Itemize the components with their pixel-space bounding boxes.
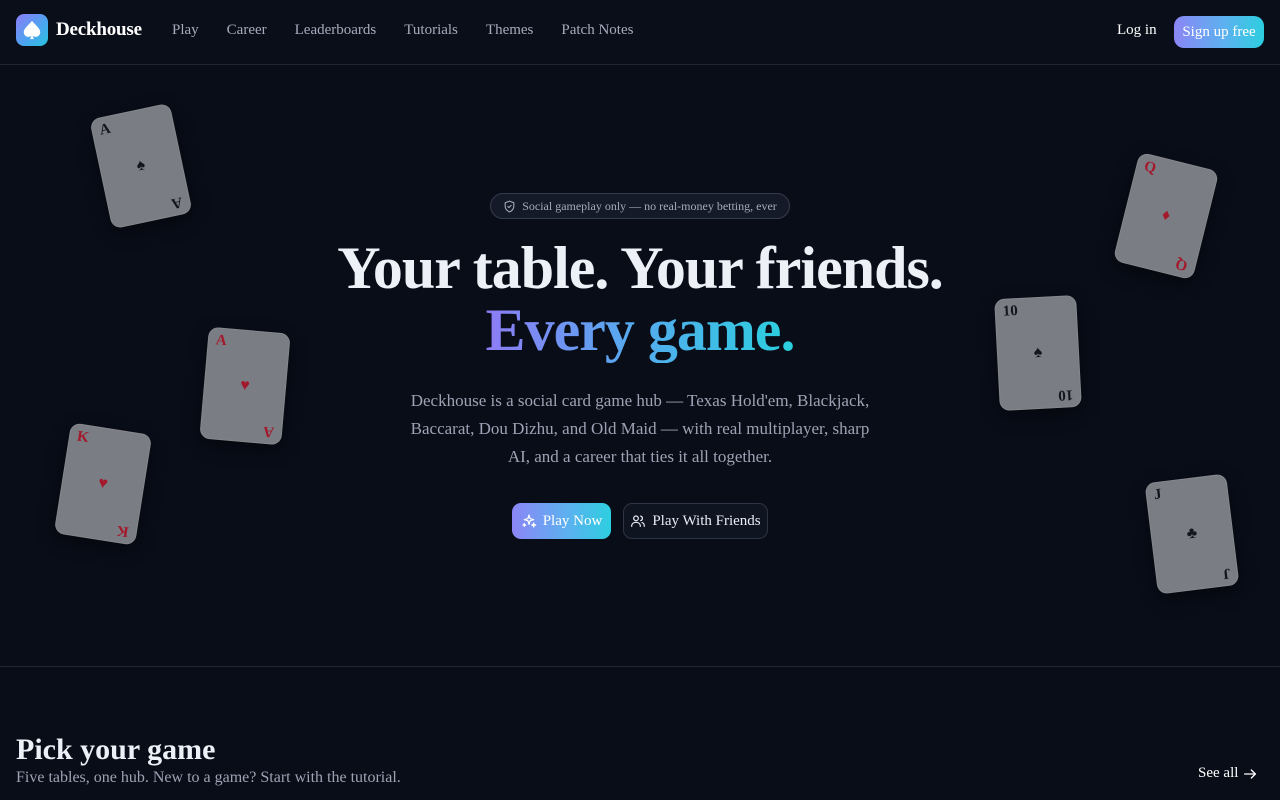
spade-icon (16, 14, 48, 46)
play-with-friends-label: Play With Friends (652, 512, 761, 529)
shield-icon (503, 200, 516, 213)
play-now-button[interactable]: Play Now (512, 503, 611, 539)
hero-description: Deckhouse is a social card game hub — Te… (410, 391, 870, 466)
nav-link-themes[interactable]: Themes (486, 22, 533, 39)
playing-card: A ♠ A (89, 102, 193, 230)
nav-link-leaderboards[interactable]: Leaderboards (295, 22, 377, 39)
hero-headline: Your table. Your friends. (337, 235, 944, 301)
play-with-friends-button[interactable]: Play With Friends (623, 503, 768, 539)
top-nav: Deckhouse Play Career Leaderboards Tutor… (0, 0, 1280, 65)
nav-link-patch-notes[interactable]: Patch Notes (561, 22, 633, 39)
playing-card: J ♣ J (1144, 473, 1240, 595)
arrow-right-icon (1242, 766, 1258, 782)
games-section-subtitle: Five tables, one hub. New to a game? Sta… (16, 769, 401, 786)
sparkles-icon (521, 513, 537, 529)
hero-headline-accent: Every game. (0, 299, 1280, 361)
nav-link-career[interactable]: Career (227, 22, 267, 39)
brand-link[interactable]: Deckhouse (16, 14, 142, 46)
nav-link-tutorials[interactable]: Tutorials (404, 22, 458, 39)
login-link[interactable]: Log in (1117, 22, 1157, 39)
heart-icon: ♥ (97, 474, 110, 493)
card-rank: J (1221, 564, 1231, 582)
nav-link-play[interactable]: Play (172, 22, 199, 39)
badge-text: Social gameplay only — no real-money bet… (522, 198, 777, 213)
safety-badge: Social gameplay only — no real-money bet… (490, 193, 790, 219)
card-rank: 10 (1057, 386, 1074, 403)
playing-card: K ♥ K (53, 422, 153, 546)
play-now-label: Play Now (542, 512, 603, 529)
hero-section: A ♠ A A ♥ A K ♥ K Q ♦ Q 10 ♠ 10 J ♣ J So… (0, 65, 1280, 667)
signup-button[interactable]: Sign up free (1174, 16, 1264, 48)
users-icon (630, 513, 646, 529)
games-section-title: Pick your game (16, 733, 216, 766)
primary-nav: Play Career Leaderboards Tutorials Theme… (172, 22, 633, 39)
hero-headline-accent-text: Every game. (485, 297, 796, 363)
see-all-link[interactable]: See all (1198, 765, 1258, 782)
brand-name: Deckhouse (56, 19, 142, 40)
card-rank: A (262, 422, 275, 440)
see-all-label: See all (1198, 765, 1239, 781)
